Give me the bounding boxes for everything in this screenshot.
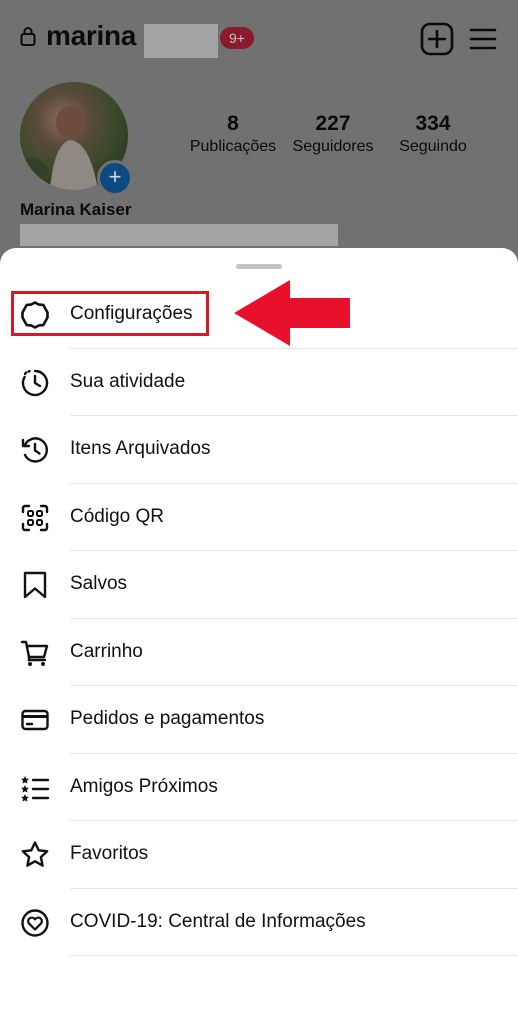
menu-item-close-friends[interactable]: Amigos Próximos [0, 754, 518, 822]
menu-item-label: COVID-19: Central de Informações [70, 910, 366, 932]
menu-item-label: Itens Arquivados [70, 438, 211, 459]
credit-card-icon [20, 705, 50, 735]
create-post-button[interactable] [420, 22, 454, 56]
options-menu: Configurações Sua atividade Itens Arquiv… [0, 281, 518, 956]
archive-history-icon [20, 435, 50, 465]
redaction-block [144, 24, 218, 58]
settings-gear-icon [20, 300, 50, 330]
menu-item-label: Amigos Próximos [70, 775, 218, 797]
menu-item-qr-code[interactable]: Código QR [0, 484, 518, 552]
menu-item-label: Configurações [70, 303, 193, 324]
sheet-drag-handle[interactable] [236, 264, 282, 269]
profile-display-name: Marina Kaiser [20, 200, 132, 219]
stat-following-label: Seguindo [399, 138, 467, 155]
menu-item-label: Carrinho [70, 640, 143, 662]
covid-heart-icon [20, 908, 50, 938]
stat-following[interactable]: 334 Seguindo [392, 112, 474, 156]
menu-item-label: Código QR [70, 505, 164, 527]
hamburger-menu-icon[interactable] [468, 24, 498, 54]
stat-posts[interactable]: 8 Publicações [186, 112, 280, 156]
bookmark-icon [20, 570, 50, 600]
stat-followers-value: 227 [315, 112, 351, 135]
stat-following-value: 334 [415, 112, 451, 135]
lock-icon [20, 27, 36, 46]
menu-item-cart[interactable]: Carrinho [0, 619, 518, 687]
top-bar: marina 9+ [20, 18, 498, 58]
menu-item-archive[interactable]: Itens Arquivados [0, 416, 518, 484]
activity-clock-icon [20, 368, 50, 398]
qr-code-icon [20, 503, 50, 533]
menu-item-label: Favoritos [70, 843, 149, 864]
profile-username[interactable]: marina [46, 20, 136, 52]
menu-item-label: Pedidos e pagamentos [70, 708, 265, 729]
stat-followers-label: Seguidores [292, 138, 374, 155]
menu-item-favorites[interactable]: Favoritos [0, 821, 518, 889]
stat-posts-label: Publicações [189, 138, 277, 155]
stat-posts-value: 8 [227, 112, 239, 135]
redaction-block [20, 224, 338, 246]
star-icon [20, 840, 50, 870]
close-friends-list-icon [20, 773, 50, 803]
stat-followers[interactable]: 227 Seguidores [286, 112, 380, 156]
menu-item-label: Salvos [70, 573, 128, 594]
menu-item-covid-info[interactable]: COVID-19: Central de Informações [0, 889, 518, 957]
menu-item-activity[interactable]: Sua atividade [0, 349, 518, 417]
notification-badge: 9+ [220, 27, 254, 49]
profile-header: marina 9+ + 8 Publicações 227 Seguidores… [0, 0, 518, 260]
options-bottom-sheet: Configurações Sua atividade Itens Arquiv… [0, 248, 518, 1024]
add-story-icon[interactable]: + [97, 160, 133, 196]
menu-item-label: Sua atividade [70, 370, 186, 392]
menu-item-orders-payments[interactable]: Pedidos e pagamentos [0, 686, 518, 754]
menu-item-saved[interactable]: Salvos [0, 551, 518, 619]
red-arrow-annotation [234, 280, 350, 346]
cart-icon [20, 638, 50, 668]
